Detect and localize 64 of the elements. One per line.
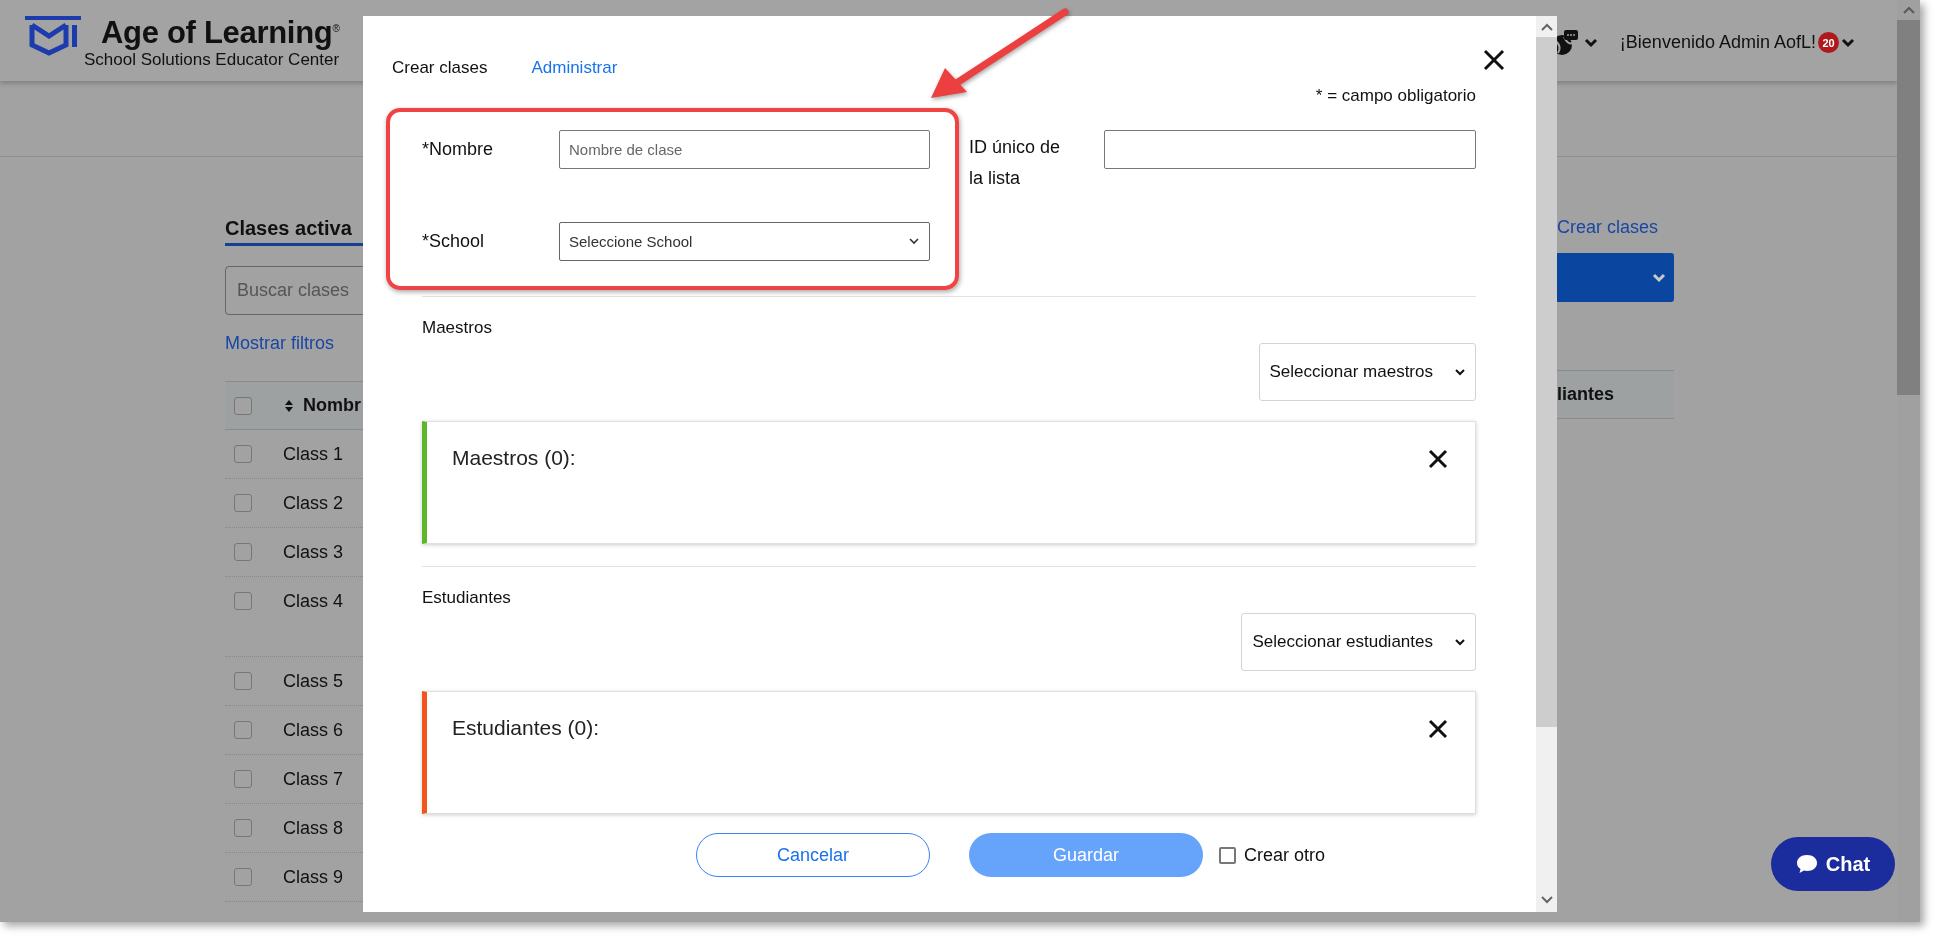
required-note: * = campo obligatorio xyxy=(1314,86,1476,106)
cancel-button[interactable]: Cancelar xyxy=(696,833,930,877)
column-header[interactable]: Nombr xyxy=(303,395,361,416)
logo-subtitle: School Solutions Educator Center xyxy=(84,49,340,70)
checkbox[interactable] xyxy=(234,396,252,415)
scroll-up-icon xyxy=(1902,6,1915,14)
field-label: *School xyxy=(422,230,486,253)
chevron-down-icon xyxy=(1455,368,1465,376)
table-cell-text: Class 5 xyxy=(283,670,344,693)
chat-button[interactable]: Chat xyxy=(1771,837,1895,891)
welcome-text[interactable]: ¡Bienvenido Admin AofL! xyxy=(1619,32,1816,53)
scrollbar-thumb[interactable] xyxy=(1536,37,1557,727)
logo-icon xyxy=(25,15,81,56)
scrollbar[interactable] xyxy=(1897,0,1920,922)
chevron-down-icon xyxy=(908,237,920,246)
checkbox[interactable] xyxy=(234,770,252,788)
section-title: Maestros xyxy=(422,317,493,339)
checkbox[interactable] xyxy=(234,592,252,610)
table-cell-text: Class 4 xyxy=(283,590,344,613)
select-field[interactable]: Seleccionar estudiantes xyxy=(1241,613,1476,671)
tab[interactable]: Crear clases xyxy=(392,58,488,78)
checkbox[interactable] xyxy=(234,672,252,690)
checkbox[interactable] xyxy=(234,819,252,837)
table-cell-text: Class 2 xyxy=(283,492,344,515)
table-cell-text: Class 7 xyxy=(283,768,344,791)
speech-bubble-icon xyxy=(1795,854,1818,874)
scroll-up-icon xyxy=(1540,23,1553,31)
input-field[interactable]: Nombre de clase xyxy=(559,130,930,169)
checkbox-label: Crear otro xyxy=(1244,844,1326,866)
close-icon[interactable] xyxy=(1427,718,1449,740)
close-icon[interactable] xyxy=(1427,448,1449,470)
select-field[interactable]: Seleccione School xyxy=(559,222,930,261)
chevron-down-icon[interactable] xyxy=(1583,37,1598,48)
scrollbar[interactable] xyxy=(1536,16,1557,912)
table-cell-text: Class 9 xyxy=(283,866,344,889)
tab[interactable]: Administrar xyxy=(531,58,618,78)
checkbox[interactable] xyxy=(234,721,252,739)
checkbox[interactable] xyxy=(234,543,252,561)
table-cell-text: Class 1 xyxy=(283,443,344,466)
list-title: Estudiantes (0): xyxy=(452,716,600,740)
checkbox[interactable] xyxy=(1219,846,1236,864)
table-cell-text: Class 8 xyxy=(283,817,344,840)
field-label: *Nombre xyxy=(422,138,495,161)
dropdown-button[interactable] xyxy=(1557,253,1674,302)
chevron-down-icon xyxy=(1455,638,1465,646)
list-title: Maestros (0): xyxy=(452,446,576,470)
close-icon[interactable] xyxy=(1482,48,1506,72)
chevron-down-icon xyxy=(1652,272,1666,283)
scrollbar-thumb[interactable] xyxy=(1897,20,1920,395)
field-label: ID único de la lista xyxy=(969,136,1062,190)
scroll-down-icon xyxy=(1540,896,1553,904)
input-field[interactable] xyxy=(1104,130,1476,169)
column-header[interactable]: liantes xyxy=(1557,370,1674,419)
table-cell-text: Class 6 xyxy=(283,719,344,742)
sort-icon xyxy=(284,398,294,413)
chevron-down-icon[interactable] xyxy=(1841,37,1855,48)
table-cell-text: Class 3 xyxy=(283,541,344,564)
notification-badge: 20 xyxy=(1818,32,1839,53)
checkbox[interactable] xyxy=(234,868,252,886)
checkbox[interactable] xyxy=(234,445,252,463)
checkbox[interactable] xyxy=(234,494,252,512)
select-field[interactable]: Seleccionar maestros xyxy=(1258,343,1476,401)
logo-title: Age of Learning$^{®}$ xyxy=(101,13,340,50)
section-title: Estudiantes xyxy=(422,587,512,609)
